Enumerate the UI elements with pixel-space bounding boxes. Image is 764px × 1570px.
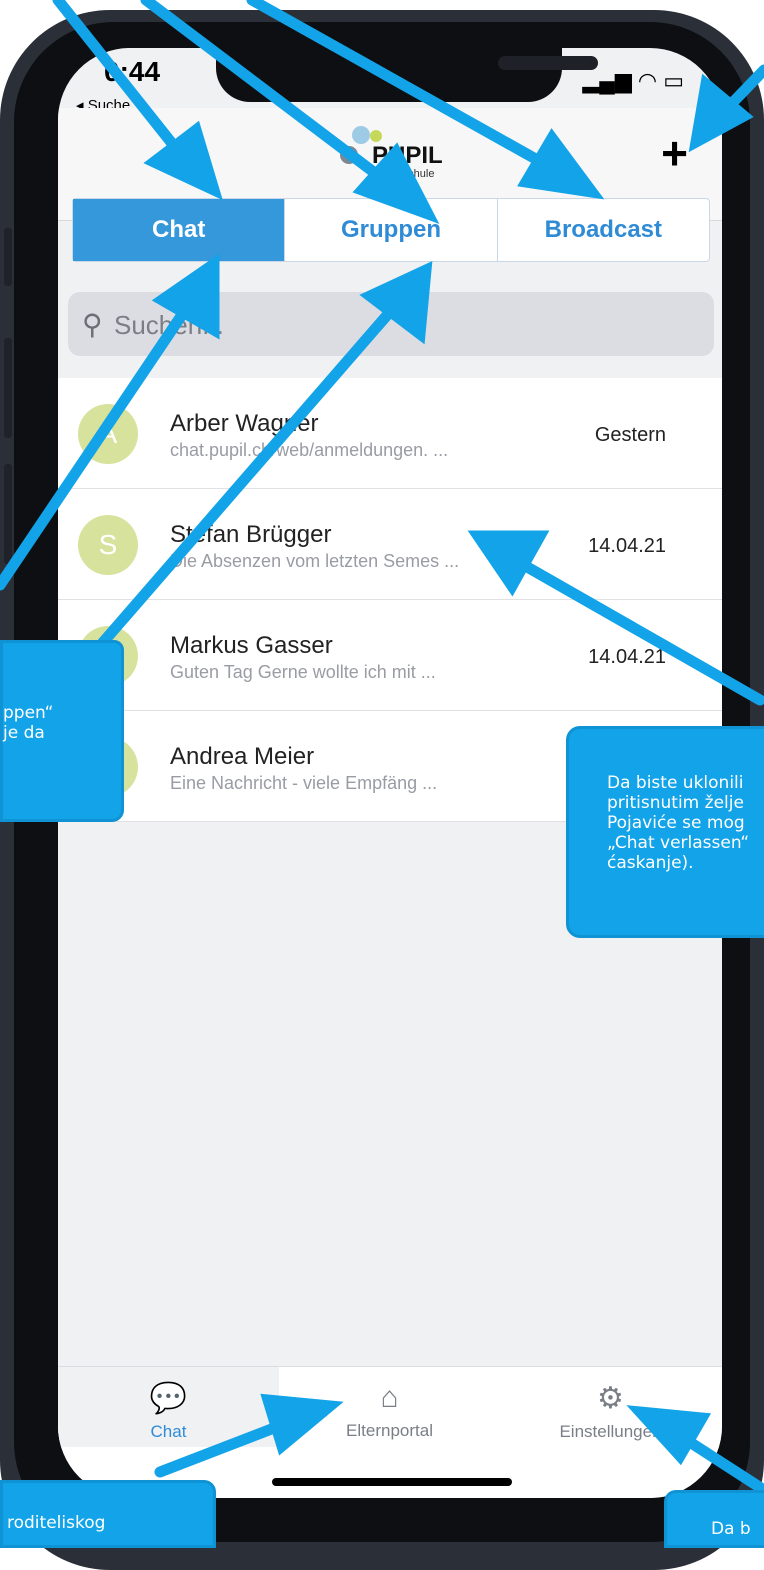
tab-elternportal[interactable]: ⌂ Elternportal (279, 1367, 500, 1447)
chat-name: Arber Wagner (170, 410, 319, 437)
phone-side-button (4, 338, 12, 438)
home-indicator (272, 1478, 512, 1486)
chat-row[interactable]: M Markus Gasser Guten Tag Gerne wollte i… (58, 600, 722, 711)
callout-line: „Chat verlassen“ (607, 833, 750, 853)
pupil-logo: PUPIL ch.schule (338, 124, 478, 184)
chat-preview: Guten Tag Gerne wollte ich mit ... (170, 662, 436, 682)
callout-line: Da biste uklonili (607, 773, 744, 793)
tab-einstellungen[interactable]: ⚙ Einstellungen (500, 1367, 721, 1447)
tab-label: Einstellungen (559, 1422, 662, 1441)
chat-bubbles-icon: 💬 (149, 1382, 188, 1415)
tab-chat[interactable]: 💬 Chat (58, 1367, 279, 1447)
callout-bottom-left: roditeliskog (0, 1480, 216, 1548)
chat-preview: chat.pupil.ch/web/anmeldungen. ... (170, 440, 449, 460)
chat-date: Gestern (594, 424, 666, 446)
callout-line: pritisnutim želje (607, 793, 744, 813)
add-chat-button[interactable]: + (661, 130, 688, 176)
segmented-control: Chat Gruppen Broadcast (72, 198, 710, 262)
chat-date: 14.04.21 (588, 646, 666, 668)
chat-name: Markus Gasser (170, 632, 333, 659)
phone-side-button (4, 464, 12, 564)
logo-dot-gray (340, 146, 358, 164)
segment-broadcast[interactable]: Broadcast (498, 199, 709, 261)
chat-name: Andrea Meier (170, 743, 315, 770)
chat-preview: Eine Nachricht - viele Empfäng ... (170, 773, 438, 793)
segment-gruppen[interactable]: Gruppen (285, 199, 498, 261)
logo-subtitle: ch.schule (388, 168, 435, 180)
chat-row[interactable]: A Arber Wagner chat.pupil.ch/web/anmeldu… (58, 378, 722, 489)
search-field[interactable]: ⚲ Suchen... (68, 292, 714, 356)
status-icons: ▂▄▆ ◠ ▭ (582, 68, 684, 93)
avatar: S (78, 515, 138, 575)
notch (216, 48, 598, 102)
logo-text: PUPIL (372, 142, 443, 169)
phone-side-button (4, 228, 12, 286)
callout-line: roditeliskog (7, 1513, 106, 1533)
callout-bottom-right: Da b (664, 1490, 764, 1548)
status-time: 0:44 (104, 56, 161, 87)
segment-chat[interactable]: Chat (73, 199, 286, 261)
gear-icon: ⚙ (597, 1382, 624, 1415)
callout-left-middle: ppen“ je da (0, 640, 124, 822)
callout-line: Pojaviće se mog (607, 813, 745, 833)
search-input[interactable]: Suchen... (114, 310, 224, 341)
chat-preview: Die Absenzen vom letzten Semes ... (170, 551, 460, 571)
callout-line: ćaskanje). (607, 853, 694, 873)
logo-dot-green (370, 130, 382, 142)
callout-right-middle: Da biste uklonili pritisnutim želje Poja… (566, 726, 764, 938)
callout-line: Da b (711, 1519, 751, 1539)
tab-label: Elternportal (346, 1421, 433, 1440)
chat-date: 14.04.21 (588, 535, 666, 557)
search-icon: ⚲ (82, 309, 103, 340)
callout-line: ppen“ (3, 703, 54, 723)
logo-dot-blue (352, 126, 370, 144)
chat-name: Stefan Brügger (170, 521, 332, 548)
avatar: A (78, 404, 138, 464)
chat-row[interactable]: S Stefan Brügger Die Absenzen vom letzte… (58, 489, 722, 600)
callout-line: je da (3, 723, 45, 743)
tab-label: Chat (150, 1422, 187, 1441)
home-icon: ⌂ (380, 1381, 399, 1414)
